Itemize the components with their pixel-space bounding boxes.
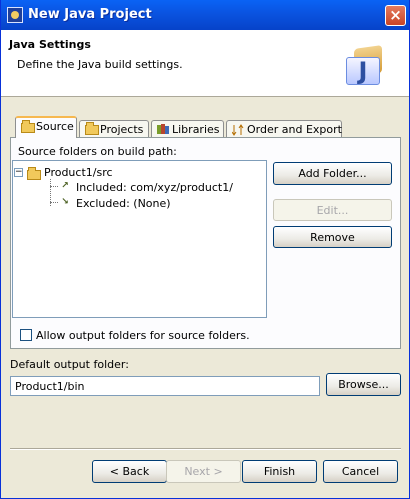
tab-source[interactable]: Source — [15, 116, 77, 138]
next-button[interactable]: Next > — [166, 460, 241, 483]
allow-output-folders-checkbox[interactable] — [20, 329, 32, 341]
page-description: Define the Java build settings. — [17, 58, 183, 71]
collapse-icon[interactable]: − — [14, 168, 23, 177]
tree-branch-excluded — [50, 202, 58, 203]
back-button[interactable]: < Back — [92, 460, 167, 483]
new-java-project-dialog: New Java Project × Java Settings Define … — [0, 0, 410, 499]
remove-button[interactable]: Remove — [273, 226, 392, 248]
projects-folder-icon — [85, 122, 99, 135]
window-title: New Java Project — [28, 7, 152, 22]
tab-projects[interactable]: Projects — [79, 120, 149, 138]
close-button[interactable]: × — [385, 5, 406, 26]
default-output-folder-label: Default output folder: — [10, 358, 129, 371]
excluded-icon: ↘ — [61, 197, 69, 207]
tab-projects-label: Projects — [100, 123, 144, 136]
tab-order-export-label: Order and Export — [247, 123, 342, 136]
libraries-icon-svg — [157, 124, 169, 134]
tab-libraries-label: Libraries — [172, 123, 220, 136]
tab-source-label: Source — [36, 120, 74, 133]
order-export-icon — [231, 124, 246, 136]
browse-button[interactable]: Browse... — [326, 373, 401, 396]
java-project-icon: J — [346, 45, 388, 87]
default-output-folder-input[interactable]: Product1/bin — [10, 376, 320, 396]
order-export-icon-svg — [231, 124, 244, 136]
included-icon: ↗ — [61, 181, 69, 191]
cancel-button[interactable]: Cancel — [323, 460, 398, 483]
java-icon-front: J — [346, 57, 380, 85]
source-folder-icon — [21, 120, 35, 133]
libraries-icon — [157, 123, 170, 135]
source-folder-icon — [27, 167, 41, 180]
page-title: Java Settings — [9, 38, 91, 51]
included-pattern[interactable]: Included: com/xyz/product1/ — [76, 181, 233, 194]
footer-separator — [10, 448, 401, 450]
source-folders-tree[interactable]: − Product1/src ↗ Included: com/xyz/produ… — [12, 160, 267, 318]
eclipse-icon — [7, 7, 23, 23]
source-folder-root[interactable]: Product1/src — [44, 166, 113, 179]
excluded-pattern[interactable]: Excluded: (None) — [76, 197, 171, 210]
add-folder-button[interactable]: Add Folder... — [273, 162, 392, 185]
edit-button[interactable]: Edit... — [273, 199, 392, 221]
finish-button[interactable]: Finish — [242, 460, 317, 483]
tab-libraries[interactable]: Libraries — [151, 120, 224, 138]
allow-output-folders-label: Allow output folders for source folders. — [36, 329, 250, 342]
tab-order-export[interactable]: Order and Export — [226, 120, 342, 138]
tree-branch-included — [50, 186, 58, 187]
wizard-header: Java Settings Define the Java build sett… — [1, 30, 409, 97]
source-folders-label: Source folders on build path: — [18, 145, 177, 158]
title-bar: New Java Project × — [1, 0, 409, 30]
